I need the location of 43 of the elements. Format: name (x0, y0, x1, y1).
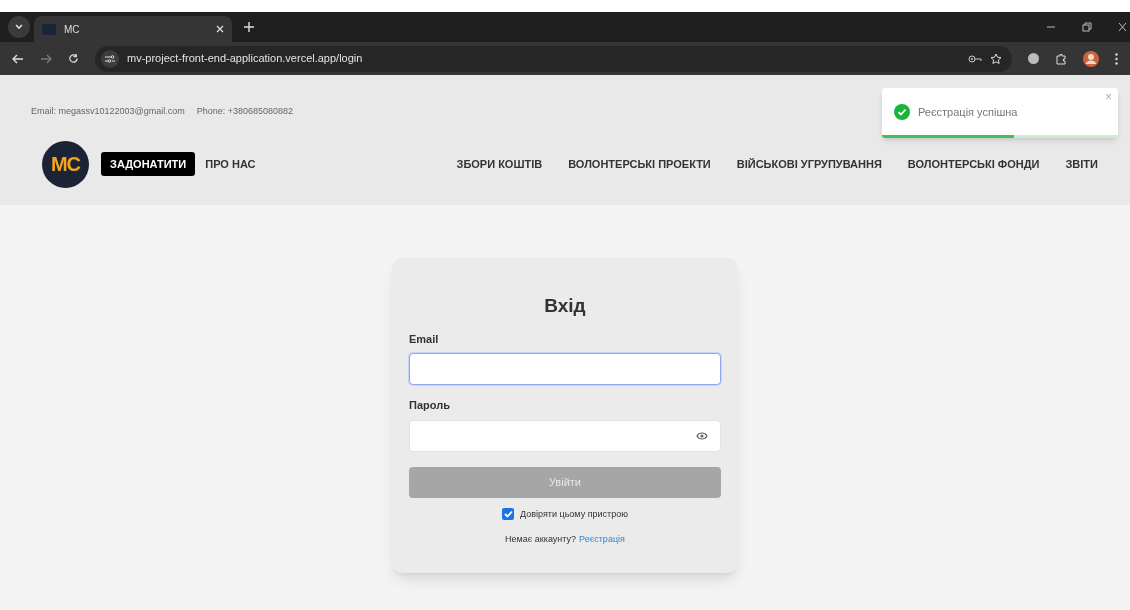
nav-link[interactable]: ЗВІТИ (1065, 155, 1098, 173)
restore-icon[interactable] (1082, 22, 1092, 32)
favicon-icon (42, 23, 56, 35)
close-icon[interactable] (1118, 22, 1126, 32)
checkbox[interactable] (502, 508, 515, 521)
star-icon[interactable] (990, 52, 1002, 65)
nav-link[interactable]: ПРО НАС (205, 155, 256, 173)
logo[interactable]: MC (42, 140, 89, 188)
extension-icon[interactable] (1028, 53, 1039, 64)
chevron-down-icon (14, 22, 24, 32)
url-text: mv-project-front-end-application.vercel.app/login (127, 51, 364, 67)
donate-button[interactable]: ЗАДОНАТИТИ (101, 151, 196, 177)
forward-icon[interactable] (40, 53, 52, 64)
toast-message: Реєстрація успішна (918, 105, 1018, 120)
menu-icon[interactable] (1115, 52, 1118, 65)
logo-text: MC (50, 152, 81, 177)
signup-prompt: Немає аккаунту? (505, 533, 577, 546)
back-icon[interactable] (12, 53, 24, 64)
field-label: Email (409, 331, 440, 347)
nav-link[interactable]: ВОЛОНТЕРСЬКІ ФОНДИ (907, 155, 1040, 173)
key-icon[interactable] (968, 54, 982, 63)
login-title: Вхід (543, 294, 587, 318)
field-label: Пароль (409, 398, 451, 413)
email-field[interactable] (409, 353, 721, 385)
browser-tab[interactable]: MC (34, 16, 232, 42)
contact-email: Email: megassv10122003@gmail.com (31, 105, 185, 118)
site-settings-icon (105, 54, 115, 63)
tab-title: MC (64, 22, 81, 37)
check-circle-icon (894, 104, 910, 121)
nav-link[interactable]: ЗБОРИ КОШТІВ (456, 155, 543, 173)
address-bar[interactable]: mv-project-front-end-application.vercel.app/login (95, 45, 1012, 72)
password-field[interactable] (409, 419, 721, 452)
new-tab-icon[interactable] (244, 22, 254, 32)
nav-link[interactable]: ВОЛОНТЕРСЬКІ ПРОЕКТИ (568, 155, 711, 173)
tab-list-button[interactable] (8, 16, 30, 38)
checkbox-label: Довіряти цьому пристрою (520, 507, 628, 521)
puzzle-icon[interactable] (1055, 52, 1067, 65)
nav-link[interactable]: ВІЙСЬКОВІ УГРУПУВАННЯ (736, 155, 882, 173)
reload-icon[interactable] (68, 53, 79, 64)
avatar-icon[interactable] (1083, 50, 1099, 67)
close-icon[interactable] (216, 25, 224, 33)
eye-icon[interactable] (696, 430, 708, 441)
contact-phone: Phone: +380685080882 (196, 105, 294, 118)
